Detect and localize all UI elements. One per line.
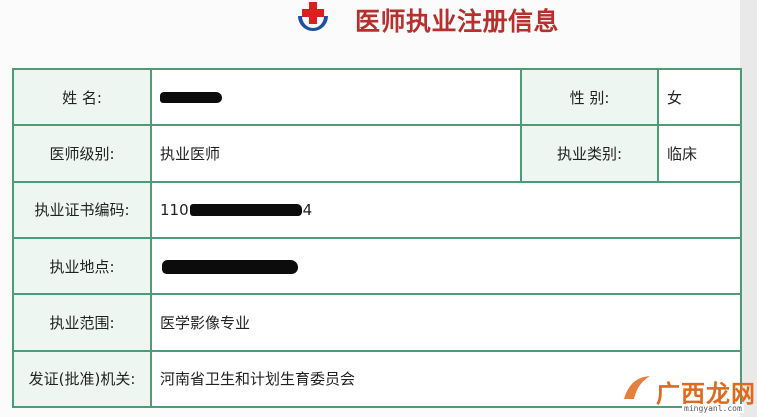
practice-category-value: 临床 xyxy=(657,124,742,183)
name-label: 姓 名: xyxy=(12,67,152,127)
certificate-code-prefix: 110 xyxy=(160,200,189,219)
certificate-code-suffix: 4 xyxy=(302,200,313,219)
watermark-logo-icon xyxy=(624,376,650,399)
physician-level-value: 执业医师 xyxy=(150,124,522,183)
practice-category-label: 执业类别: xyxy=(520,124,659,183)
practice-scope-value: 医学影像专业 xyxy=(150,293,742,352)
practice-place-redaction xyxy=(162,259,298,274)
name-redaction xyxy=(160,92,222,104)
gender-value: 女 xyxy=(657,67,742,127)
practice-place-label: 执业地点: xyxy=(12,236,152,296)
practice-place-value xyxy=(150,236,742,296)
site-watermark: 广西龙网 mingyanl.com xyxy=(612,371,755,417)
watermark-url: mingyanl.com xyxy=(682,404,744,413)
table-row-cert: 执业证书编码: 110 4 xyxy=(12,180,742,239)
issuing-authority-label: 发证(批准)机关: xyxy=(12,349,152,409)
red-cross-emblem-icon xyxy=(298,2,328,31)
page-header: 医师执业注册信息 xyxy=(0,0,740,40)
physician-level-label: 医师级别: xyxy=(12,124,152,183)
registration-info-table: 姓 名: 性 别: 女 医师级别: 执业医师 执业类别: 临床 执业证书编码: … xyxy=(12,67,742,409)
table-row-place: 执业地点: xyxy=(12,236,742,296)
certificate-code-redaction xyxy=(189,204,302,217)
name-value xyxy=(150,67,522,127)
table-row-scope: 执业范围: 医学影像专业 xyxy=(12,293,742,352)
certificate-code-value: 110 4 xyxy=(150,180,742,239)
page-edge-strip xyxy=(740,0,757,417)
table-row-name: 姓 名: 性 别: 女 xyxy=(12,67,742,127)
page-title: 医师执业注册信息 xyxy=(355,7,560,36)
practice-scope-label: 执业范围: xyxy=(12,293,152,352)
table-row-level: 医师级别: 执业医师 执业类别: 临床 xyxy=(12,124,742,183)
gender-label: 性 别: xyxy=(520,67,659,127)
certificate-code-label: 执业证书编码: xyxy=(12,180,152,239)
